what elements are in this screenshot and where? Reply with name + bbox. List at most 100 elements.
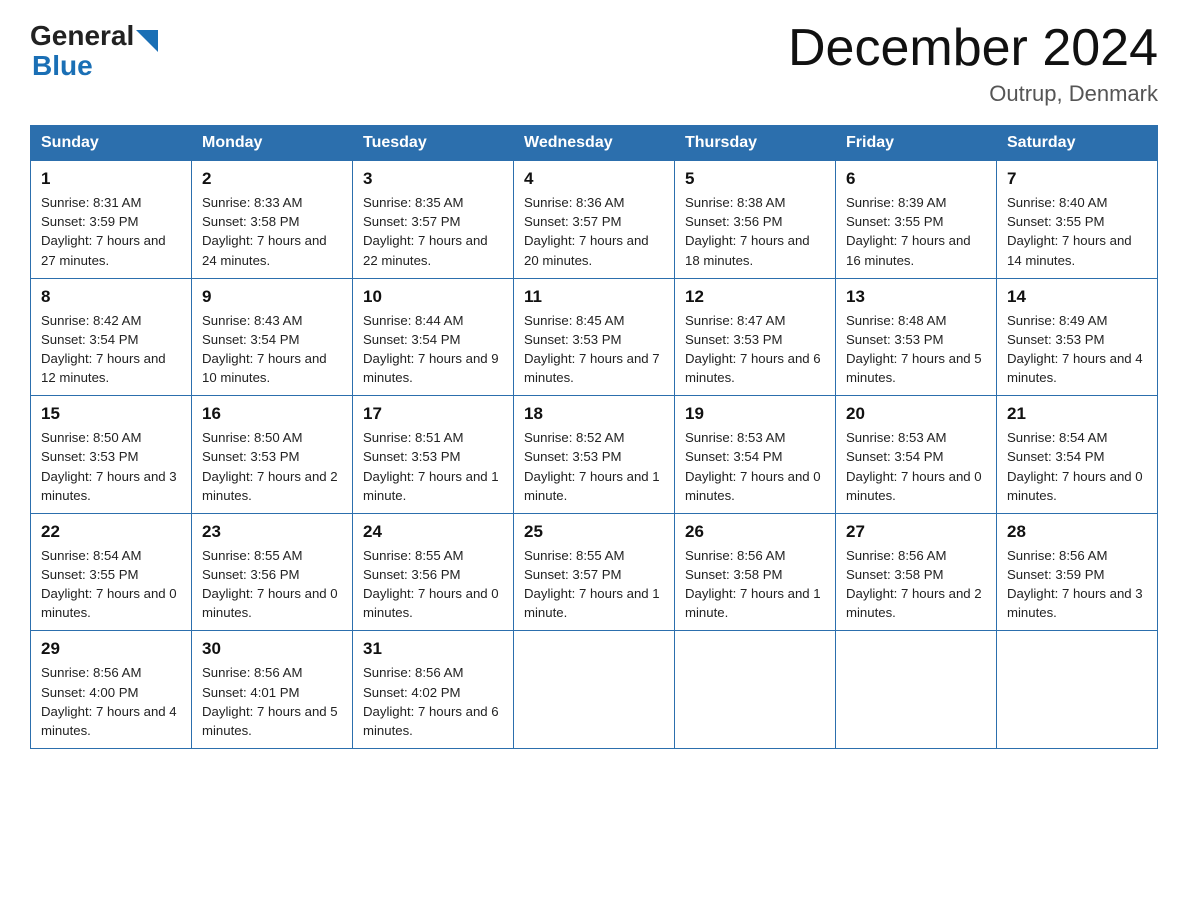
day-number: 27 [846,522,986,542]
day-number: 18 [524,404,664,424]
location-text: Outrup, Denmark [788,81,1158,107]
day-info: Sunrise: 8:45 AMSunset: 3:53 PMDaylight:… [524,311,664,388]
calendar-week-row: 22 Sunrise: 8:54 AMSunset: 3:55 PMDaylig… [31,513,1158,631]
day-number: 17 [363,404,503,424]
table-row: 13 Sunrise: 8:48 AMSunset: 3:53 PMDaylig… [836,278,997,396]
day-info: Sunrise: 8:50 AMSunset: 3:53 PMDaylight:… [202,428,342,505]
table-row: 24 Sunrise: 8:55 AMSunset: 3:56 PMDaylig… [353,513,514,631]
day-info: Sunrise: 8:53 AMSunset: 3:54 PMDaylight:… [685,428,825,505]
table-row: 16 Sunrise: 8:50 AMSunset: 3:53 PMDaylig… [192,396,353,514]
table-row: 4 Sunrise: 8:36 AMSunset: 3:57 PMDayligh… [514,161,675,279]
day-number: 21 [1007,404,1147,424]
header-tuesday: Tuesday [353,126,514,161]
header-sunday: Sunday [31,126,192,161]
table-row: 20 Sunrise: 8:53 AMSunset: 3:54 PMDaylig… [836,396,997,514]
day-number: 26 [685,522,825,542]
day-info: Sunrise: 8:55 AMSunset: 3:56 PMDaylight:… [363,546,503,623]
day-info: Sunrise: 8:50 AMSunset: 3:53 PMDaylight:… [41,428,181,505]
table-row: 15 Sunrise: 8:50 AMSunset: 3:53 PMDaylig… [31,396,192,514]
day-number: 23 [202,522,342,542]
day-info: Sunrise: 8:31 AMSunset: 3:59 PMDaylight:… [41,193,181,270]
day-number: 22 [41,522,181,542]
table-row: 30 Sunrise: 8:56 AMSunset: 4:01 PMDaylig… [192,631,353,749]
day-info: Sunrise: 8:47 AMSunset: 3:53 PMDaylight:… [685,311,825,388]
day-info: Sunrise: 8:51 AMSunset: 3:53 PMDaylight:… [363,428,503,505]
day-info: Sunrise: 8:33 AMSunset: 3:58 PMDaylight:… [202,193,342,270]
calendar-week-row: 1 Sunrise: 8:31 AMSunset: 3:59 PMDayligh… [31,161,1158,279]
day-number: 28 [1007,522,1147,542]
day-info: Sunrise: 8:55 AMSunset: 3:57 PMDaylight:… [524,546,664,623]
day-number: 1 [41,169,181,189]
table-row: 18 Sunrise: 8:52 AMSunset: 3:53 PMDaylig… [514,396,675,514]
day-number: 2 [202,169,342,189]
day-info: Sunrise: 8:56 AMSunset: 3:58 PMDaylight:… [846,546,986,623]
table-row: 28 Sunrise: 8:56 AMSunset: 3:59 PMDaylig… [997,513,1158,631]
day-info: Sunrise: 8:35 AMSunset: 3:57 PMDaylight:… [363,193,503,270]
day-number: 20 [846,404,986,424]
table-row: 1 Sunrise: 8:31 AMSunset: 3:59 PMDayligh… [31,161,192,279]
day-info: Sunrise: 8:42 AMSunset: 3:54 PMDaylight:… [41,311,181,388]
header-wednesday: Wednesday [514,126,675,161]
table-row: 17 Sunrise: 8:51 AMSunset: 3:53 PMDaylig… [353,396,514,514]
month-title: December 2024 [788,20,1158,77]
day-info: Sunrise: 8:44 AMSunset: 3:54 PMDaylight:… [363,311,503,388]
day-info: Sunrise: 8:56 AMSunset: 3:58 PMDaylight:… [685,546,825,623]
weekday-header-row: Sunday Monday Tuesday Wednesday Thursday… [31,126,1158,161]
table-row: 14 Sunrise: 8:49 AMSunset: 3:53 PMDaylig… [997,278,1158,396]
table-row: 27 Sunrise: 8:56 AMSunset: 3:58 PMDaylig… [836,513,997,631]
day-number: 14 [1007,287,1147,307]
title-block: December 2024 Outrup, Denmark [788,20,1158,107]
day-number: 13 [846,287,986,307]
day-number: 31 [363,639,503,659]
day-info: Sunrise: 8:54 AMSunset: 3:54 PMDaylight:… [1007,428,1147,505]
table-row: 19 Sunrise: 8:53 AMSunset: 3:54 PMDaylig… [675,396,836,514]
day-number: 11 [524,287,664,307]
day-number: 12 [685,287,825,307]
header-saturday: Saturday [997,126,1158,161]
day-info: Sunrise: 8:40 AMSunset: 3:55 PMDaylight:… [1007,193,1147,270]
day-info: Sunrise: 8:48 AMSunset: 3:53 PMDaylight:… [846,311,986,388]
logo-blue-text: Blue [32,50,93,82]
table-row: 8 Sunrise: 8:42 AMSunset: 3:54 PMDayligh… [31,278,192,396]
day-info: Sunrise: 8:36 AMSunset: 3:57 PMDaylight:… [524,193,664,270]
day-info: Sunrise: 8:38 AMSunset: 3:56 PMDaylight:… [685,193,825,270]
table-row: 29 Sunrise: 8:56 AMSunset: 4:00 PMDaylig… [31,631,192,749]
day-number: 5 [685,169,825,189]
day-number: 16 [202,404,342,424]
day-info: Sunrise: 8:56 AMSunset: 4:01 PMDaylight:… [202,663,342,740]
table-row: 31 Sunrise: 8:56 AMSunset: 4:02 PMDaylig… [353,631,514,749]
day-number: 30 [202,639,342,659]
table-row: 6 Sunrise: 8:39 AMSunset: 3:55 PMDayligh… [836,161,997,279]
page-header: General Blue December 2024 Outrup, Denma… [30,20,1158,107]
calendar-table: Sunday Monday Tuesday Wednesday Thursday… [30,125,1158,749]
day-info: Sunrise: 8:56 AMSunset: 3:59 PMDaylight:… [1007,546,1147,623]
day-number: 7 [1007,169,1147,189]
day-number: 10 [363,287,503,307]
day-info: Sunrise: 8:53 AMSunset: 3:54 PMDaylight:… [846,428,986,505]
table-row: 7 Sunrise: 8:40 AMSunset: 3:55 PMDayligh… [997,161,1158,279]
calendar-week-row: 15 Sunrise: 8:50 AMSunset: 3:53 PMDaylig… [31,396,1158,514]
day-number: 25 [524,522,664,542]
day-number: 15 [41,404,181,424]
day-info: Sunrise: 8:56 AMSunset: 4:02 PMDaylight:… [363,663,503,740]
day-number: 4 [524,169,664,189]
table-row [514,631,675,749]
calendar-week-row: 8 Sunrise: 8:42 AMSunset: 3:54 PMDayligh… [31,278,1158,396]
table-row: 26 Sunrise: 8:56 AMSunset: 3:58 PMDaylig… [675,513,836,631]
day-info: Sunrise: 8:49 AMSunset: 3:53 PMDaylight:… [1007,311,1147,388]
day-info: Sunrise: 8:52 AMSunset: 3:53 PMDaylight:… [524,428,664,505]
table-row: 9 Sunrise: 8:43 AMSunset: 3:54 PMDayligh… [192,278,353,396]
calendar-week-row: 29 Sunrise: 8:56 AMSunset: 4:00 PMDaylig… [31,631,1158,749]
logo-general-text: General [30,20,134,52]
table-row: 5 Sunrise: 8:38 AMSunset: 3:56 PMDayligh… [675,161,836,279]
day-number: 9 [202,287,342,307]
logo: General Blue [30,20,158,82]
table-row [836,631,997,749]
day-number: 8 [41,287,181,307]
table-row: 11 Sunrise: 8:45 AMSunset: 3:53 PMDaylig… [514,278,675,396]
table-row: 12 Sunrise: 8:47 AMSunset: 3:53 PMDaylig… [675,278,836,396]
table-row: 2 Sunrise: 8:33 AMSunset: 3:58 PMDayligh… [192,161,353,279]
day-number: 3 [363,169,503,189]
day-info: Sunrise: 8:55 AMSunset: 3:56 PMDaylight:… [202,546,342,623]
header-monday: Monday [192,126,353,161]
